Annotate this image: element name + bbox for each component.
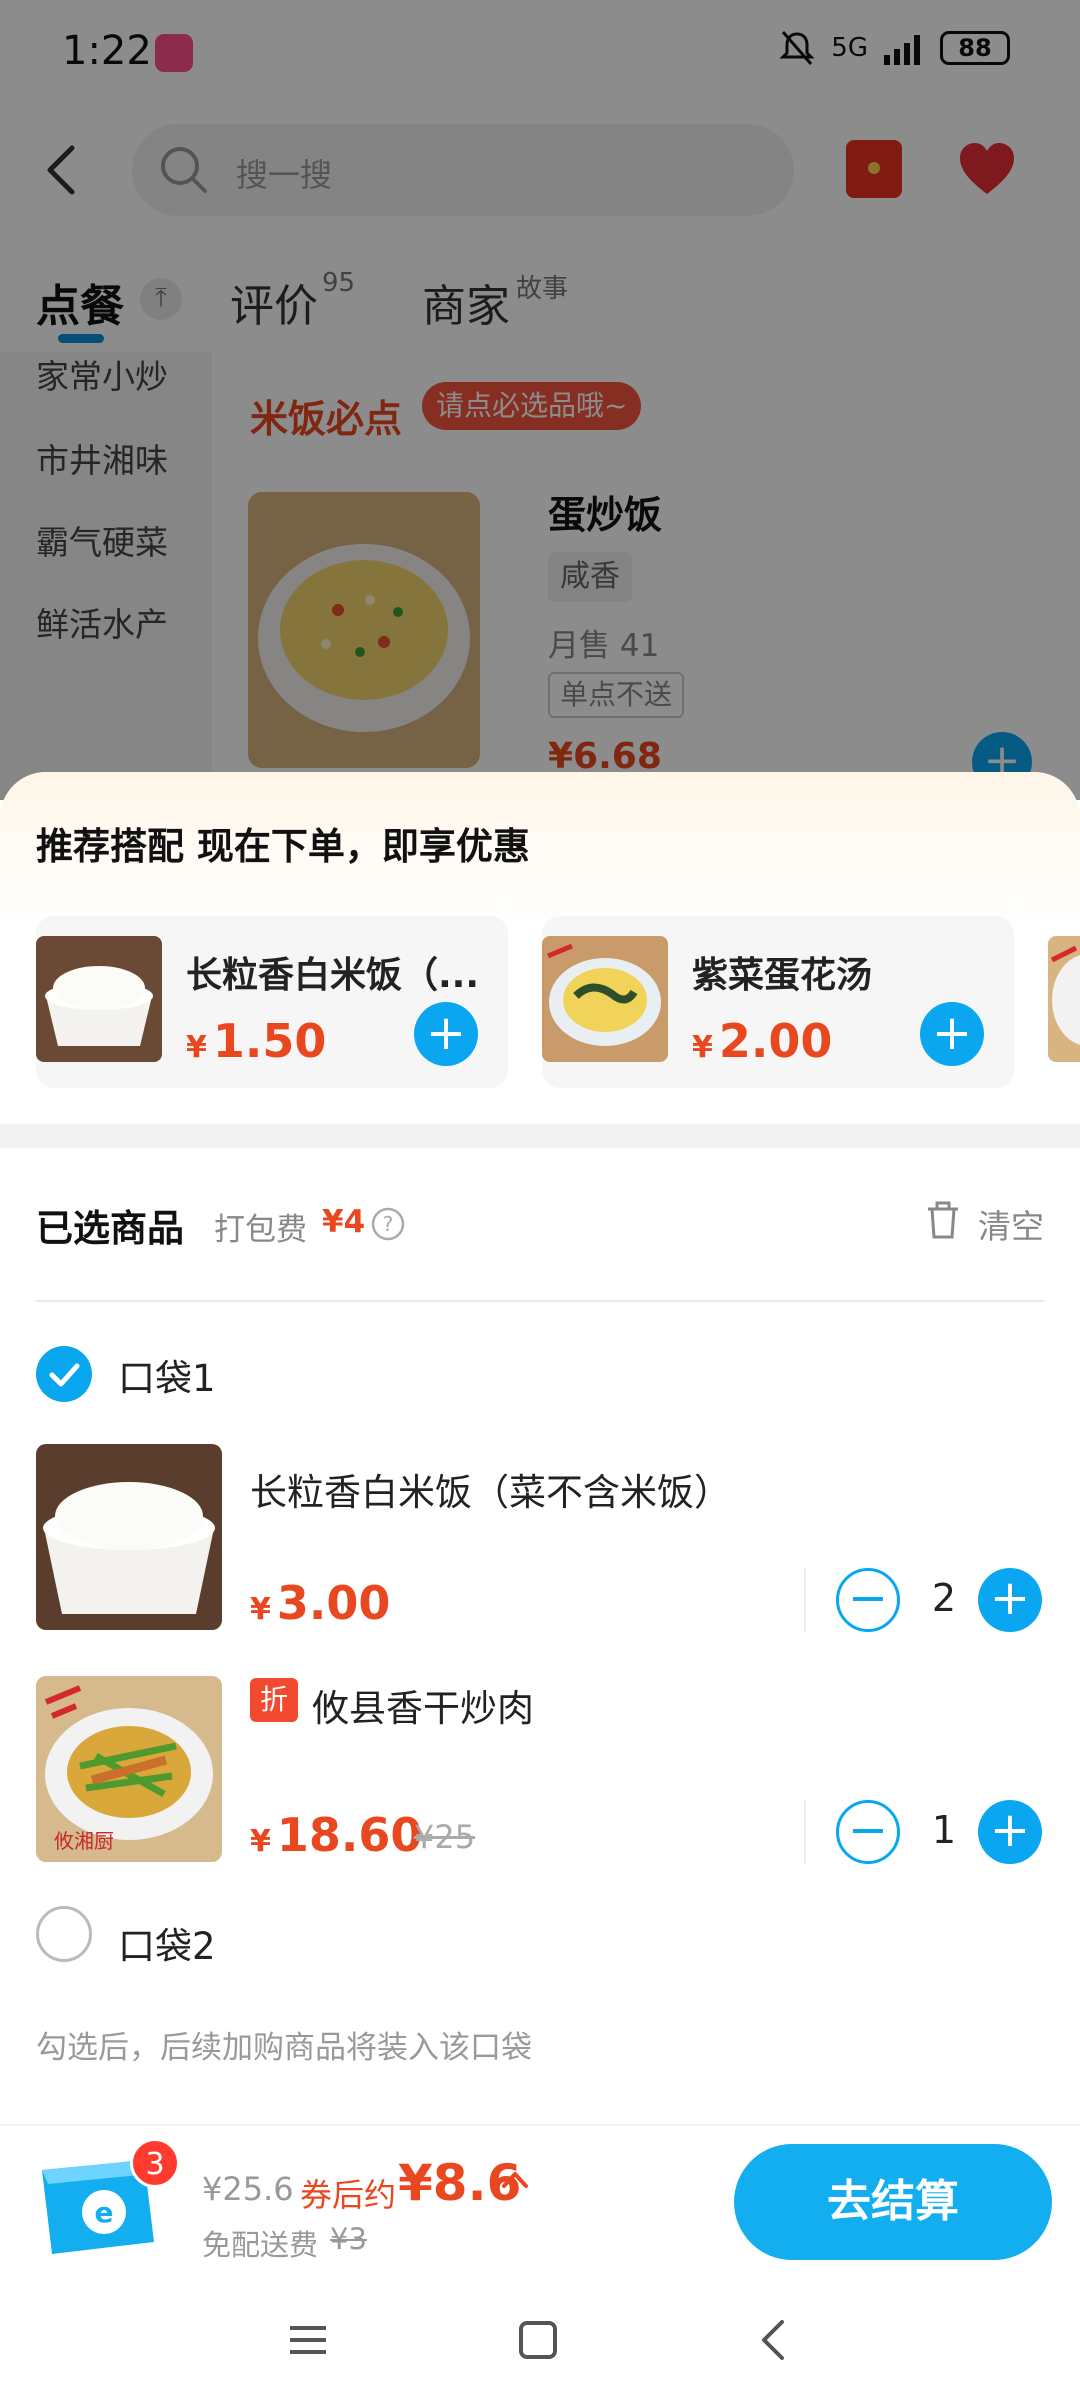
- decrease-quantity-button[interactable]: −: [836, 1800, 900, 1864]
- stepper-separator: [804, 1800, 806, 1864]
- divider: [36, 1300, 1044, 1302]
- decrease-quantity-button[interactable]: −: [836, 1568, 900, 1632]
- recommend-item-name: 长粒香白米饭（...: [186, 955, 480, 996]
- trash-icon[interactable]: [924, 1200, 962, 1240]
- recommend-add-button[interactable]: +: [920, 1002, 984, 1066]
- seaweed-soup-image: [542, 936, 668, 1062]
- system-nav-bar: [0, 2284, 1080, 2400]
- checkout-bar: e 3 ¥25.6 券后约 ¥8.6 免配送费 ¥3 去结算: [0, 2124, 1080, 2284]
- check-icon: [49, 1363, 80, 1387]
- recommend-card[interactable]: 长粒香白米饭（... ¥1.50 +: [36, 916, 508, 1088]
- packing-fee-label: 打包费: [214, 1212, 307, 1248]
- checkout-button[interactable]: 去结算: [734, 2144, 1052, 2260]
- increase-quantity-button[interactable]: +: [978, 1568, 1042, 1632]
- rice-image: [36, 936, 162, 1062]
- item-quantity: 2: [931, 1576, 957, 1620]
- recommend-card-peek[interactable]: [1048, 936, 1080, 1062]
- cart-item-name: 长粒香白米饭（菜不含米饭）: [250, 1471, 731, 1514]
- home-square-icon[interactable]: [516, 2318, 560, 2362]
- svg-text:攸湘厨: 攸湘厨: [54, 1829, 114, 1853]
- packing-fee-value: ¥4: [322, 1204, 366, 1240]
- section-divider: [0, 1124, 1080, 1148]
- cart-item-name: 攸县香干炒肉: [312, 1687, 534, 1730]
- bag2-checkbox[interactable]: [36, 1906, 92, 1962]
- increase-quantity-button[interactable]: +: [978, 1800, 1042, 1864]
- after-coupon-label: 券后约: [300, 2176, 397, 2214]
- bag1-label: 口袋1: [118, 1357, 216, 1400]
- cart-count-badge: 3: [130, 2138, 180, 2188]
- caret-up-icon[interactable]: [500, 2166, 530, 2192]
- dim-overlay[interactable]: [0, 0, 1080, 800]
- discount-tag: 折: [250, 1678, 298, 1722]
- cart-item-price: ¥3.00: [250, 1576, 391, 1630]
- svg-text:?: ?: [383, 1212, 394, 1236]
- recommend-item-price: ¥2.00: [692, 1014, 833, 1068]
- bag2-label: 口袋2: [118, 1925, 216, 1968]
- recommend-item-price: ¥1.50: [186, 1014, 327, 1068]
- stepper-separator: [804, 1568, 806, 1632]
- price-before-discount: ¥25.6: [202, 2170, 294, 2208]
- recommend-card[interactable]: 紫菜蛋花汤 ¥2.00 +: [542, 916, 1014, 1088]
- recommend-header: 推荐搭配 现在下单，即享优惠: [0, 772, 1080, 922]
- cart-item-original-price: ¥25: [414, 1818, 476, 1856]
- selected-items-title: 已选商品: [36, 1207, 184, 1250]
- bag-hint: 勾选后，后续加购商品将装入该口袋: [36, 2030, 532, 2066]
- bag1-checkbox[interactable]: [36, 1346, 92, 1402]
- svg-text:e: e: [95, 2196, 114, 2229]
- item-quantity: 1: [931, 1808, 957, 1852]
- store-page-background: 1:22 5G 88 搜一搜 点餐 ⤒ 评价 95 商家 故事 家常小炒 市井湘…: [0, 0, 1080, 800]
- cart-item-price: ¥18.60: [250, 1808, 423, 1862]
- clear-cart-button[interactable]: 清空: [978, 1200, 1044, 1248]
- back-icon[interactable]: [752, 2318, 796, 2362]
- help-circle-icon[interactable]: ?: [370, 1206, 406, 1242]
- recommend-title: 推荐搭配 现在下单，即享优惠: [36, 825, 530, 868]
- free-delivery-label: 免配送费: [202, 2228, 319, 2262]
- recommend-add-button[interactable]: +: [414, 1002, 478, 1066]
- menu-icon[interactable]: [286, 2318, 330, 2362]
- recommend-item-name: 紫菜蛋花汤: [692, 955, 873, 996]
- cart-item-image: [36, 1444, 222, 1630]
- delivery-original-fee: ¥3: [330, 2222, 367, 2256]
- cart-item-image: 攸湘厨: [36, 1676, 222, 1862]
